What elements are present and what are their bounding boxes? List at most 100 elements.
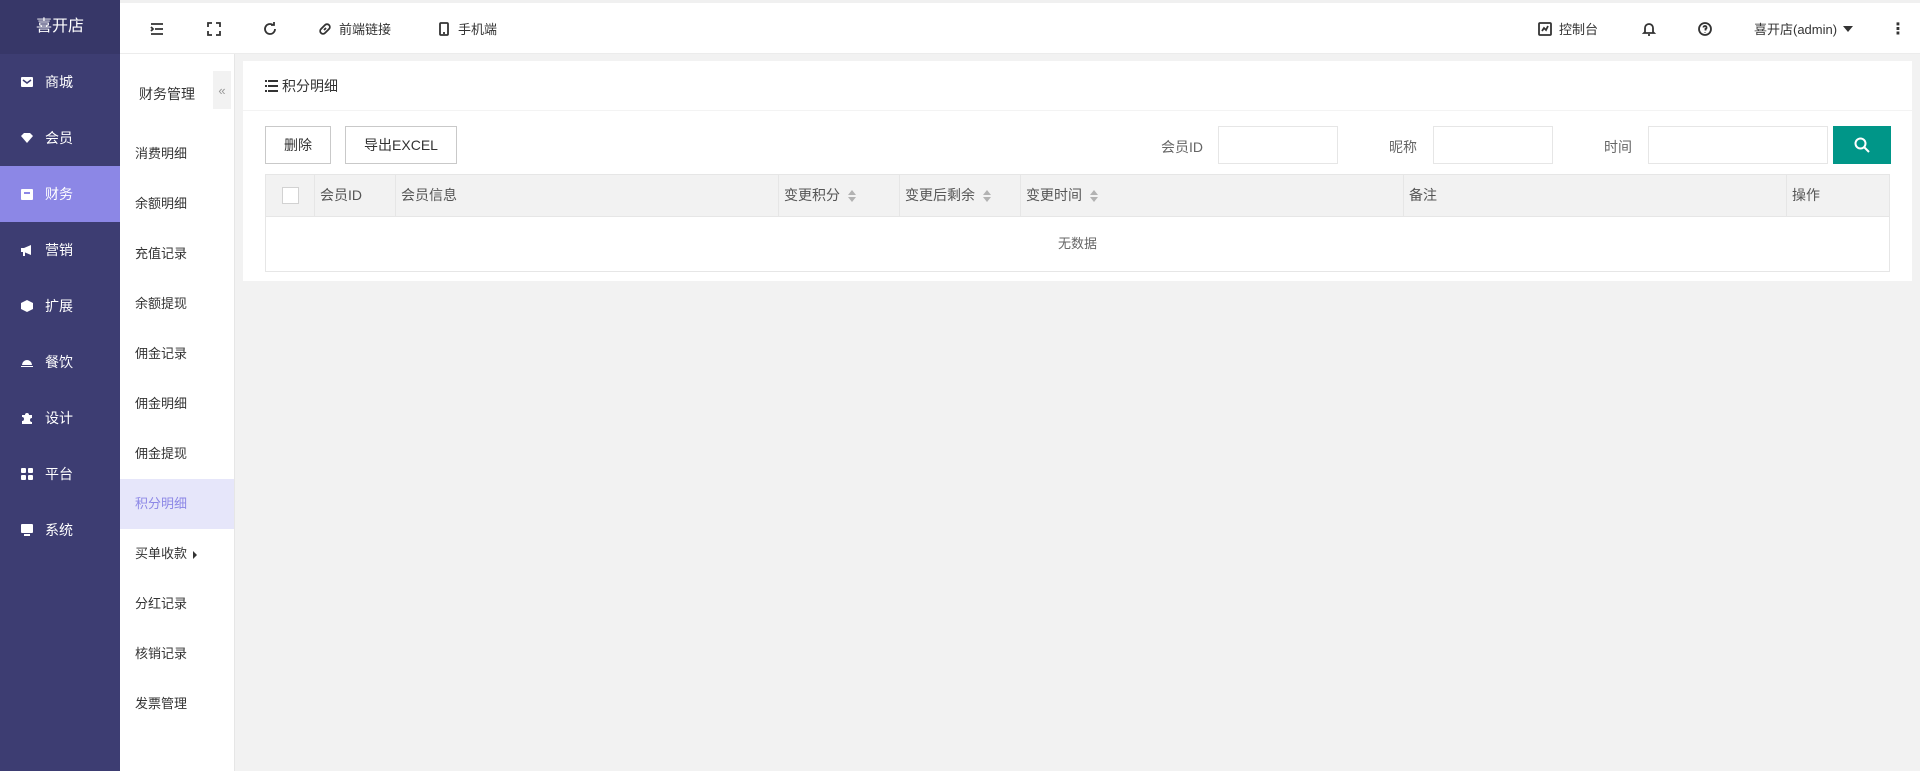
more-vertical-icon: ⋮ — [1890, 20, 1906, 38]
nav-item-platform[interactable]: 平台 — [0, 446, 120, 502]
nav-item-dining[interactable]: 餐饮 — [0, 334, 120, 390]
search-button[interactable] — [1833, 126, 1891, 164]
platform-icon — [20, 467, 34, 481]
member-id-input[interactable] — [1218, 126, 1338, 164]
subnav-item-commission-detail[interactable]: 佣金明细 — [120, 379, 234, 429]
marketing-icon — [20, 243, 34, 257]
select-all-column — [266, 175, 315, 216]
frontend-link-button[interactable]: 前端链接 — [317, 3, 391, 54]
nav-item-label: 会员 — [45, 130, 73, 146]
column-action: 操作 — [1792, 187, 1820, 203]
user-name: 喜开店(admin) — [1754, 22, 1838, 37]
column-change-points[interactable]: 变更积分 — [779, 175, 900, 216]
caret-right-icon — [193, 550, 198, 559]
empty-state: 无数据 — [1057, 236, 1097, 251]
brand-name[interactable]: 喜开店 — [0, 0, 120, 54]
console-button[interactable]: 控制台 — [1537, 3, 1598, 54]
column-remaining[interactable]: 变更后剩余 — [900, 175, 1021, 216]
finance-icon — [20, 187, 34, 201]
mobile-button[interactable]: 手机端 — [436, 3, 497, 54]
nickname-input[interactable] — [1433, 126, 1553, 164]
finance-subnav: 财务管理 « 消费明细 余额明细 充值记录 余额提现 佣金记录 佣金明细 佣金提… — [120, 54, 235, 771]
list-icon — [265, 79, 278, 92]
nav-item-label: 设计 — [45, 410, 73, 426]
collapse-subnav-button[interactable]: « — [213, 71, 231, 109]
subnav-item-balance-withdraw[interactable]: 余额提现 — [120, 279, 234, 329]
chevron-down-icon — [1843, 25, 1854, 32]
points-detail-card: 积分明细 删除 导出EXCEL 会员ID 昵称 时间 会员ID 会员信息 变更积… — [243, 61, 1912, 281]
bell-icon — [1641, 22, 1657, 36]
subnav-item-commission-records[interactable]: 佣金记录 — [120, 329, 234, 379]
column-change-time[interactable]: 变更时间 — [1021, 175, 1404, 216]
subnav-item-invoice[interactable]: 发票管理 — [120, 679, 234, 729]
console-icon — [1538, 21, 1552, 36]
column-label: 变更后剩余 — [905, 187, 975, 203]
column-member-info: 会员信息 — [396, 175, 779, 216]
nav-item-system[interactable]: 系统 — [0, 502, 120, 558]
nav-item-label: 系统 — [45, 522, 73, 538]
time-input[interactable] — [1648, 126, 1828, 164]
member-id-label: 会员ID — [1161, 139, 1203, 155]
select-all-checkbox[interactable] — [282, 187, 299, 204]
column-label: 变更积分 — [784, 187, 840, 203]
search-icon — [1854, 137, 1870, 153]
menu-fold-icon — [150, 22, 163, 35]
console-label: 控制台 — [1559, 22, 1599, 37]
menu-toggle-button[interactable] — [149, 3, 165, 54]
nickname-label: 昵称 — [1389, 139, 1417, 155]
notification-button[interactable] — [1641, 3, 1657, 54]
export-excel-button[interactable]: 导出EXCEL — [345, 126, 457, 164]
sort-icon[interactable] — [1090, 190, 1098, 203]
subnav-item-points[interactable]: 积分明细 — [120, 479, 234, 529]
user-menu[interactable]: 喜开店(admin) — [1754, 3, 1854, 54]
card-header: 积分明细 — [243, 61, 1912, 111]
subnav-item-label: 买单收款 — [135, 546, 188, 561]
column-remark: 备注 — [1404, 175, 1787, 216]
subnav-item-checkout[interactable]: 买单收款 — [120, 529, 234, 579]
member-icon — [20, 131, 34, 145]
system-icon — [20, 523, 34, 537]
page-title: 积分明细 — [282, 77, 338, 94]
table-header: 会员ID 会员信息 变更积分 变更后剩余 变更时间 备注 操作 — [266, 175, 1889, 217]
extension-icon — [20, 299, 34, 313]
help-button[interactable] — [1697, 3, 1713, 54]
frontend-link-label: 前端链接 — [339, 22, 392, 37]
column-member-id: 会员ID — [315, 175, 396, 216]
nav-item-label: 餐饮 — [45, 354, 73, 370]
nav-item-extension[interactable]: 扩展 — [0, 278, 120, 334]
refresh-button[interactable] — [262, 3, 278, 54]
nav-item-shop[interactable]: 商城 — [0, 54, 120, 110]
double-chevron-left-icon: « — [218, 82, 226, 98]
nav-item-label: 财务 — [45, 186, 73, 202]
nav-item-member[interactable]: 会员 — [0, 110, 120, 166]
subnav-title: 财务管理 — [139, 86, 195, 102]
shop-icon — [20, 75, 34, 89]
design-icon — [20, 411, 34, 425]
nav-item-design[interactable]: 设计 — [0, 390, 120, 446]
points-table: 会员ID 会员信息 变更积分 变更后剩余 变更时间 备注 操作 无数据 — [265, 174, 1890, 272]
nav-item-label: 营销 — [45, 242, 73, 258]
more-menu-button[interactable]: ⋮ — [1890, 3, 1906, 54]
nav-item-marketing[interactable]: 营销 — [0, 222, 120, 278]
dining-icon — [20, 355, 34, 369]
sort-icon[interactable] — [983, 190, 991, 203]
mobile-label: 手机端 — [458, 22, 498, 37]
time-label: 时间 — [1604, 139, 1632, 155]
subnav-item-verification[interactable]: 核销记录 — [120, 629, 234, 679]
main-nav: 喜开店 商城 会员 财务 营销 扩展 餐饮 设计 平台 系统 — [0, 0, 120, 771]
refresh-icon — [264, 21, 276, 35]
help-icon — [1698, 21, 1712, 36]
subnav-item-consumption[interactable]: 消费明细 — [120, 129, 234, 179]
nav-item-label: 平台 — [45, 466, 73, 482]
link-icon — [319, 22, 331, 35]
subnav-item-dividend[interactable]: 分红记录 — [120, 579, 234, 629]
nav-item-finance[interactable]: 财务 — [0, 166, 120, 222]
subnav-item-balance[interactable]: 余额明细 — [120, 179, 234, 229]
sort-icon[interactable] — [848, 190, 856, 203]
subnav-item-recharge[interactable]: 充值记录 — [120, 229, 234, 279]
delete-button[interactable]: 删除 — [265, 126, 331, 164]
subnav-item-commission-withdraw[interactable]: 佣金提现 — [120, 429, 234, 479]
fullscreen-icon — [207, 21, 221, 36]
nav-item-label: 商城 — [45, 74, 73, 90]
fullscreen-button[interactable] — [206, 3, 222, 54]
